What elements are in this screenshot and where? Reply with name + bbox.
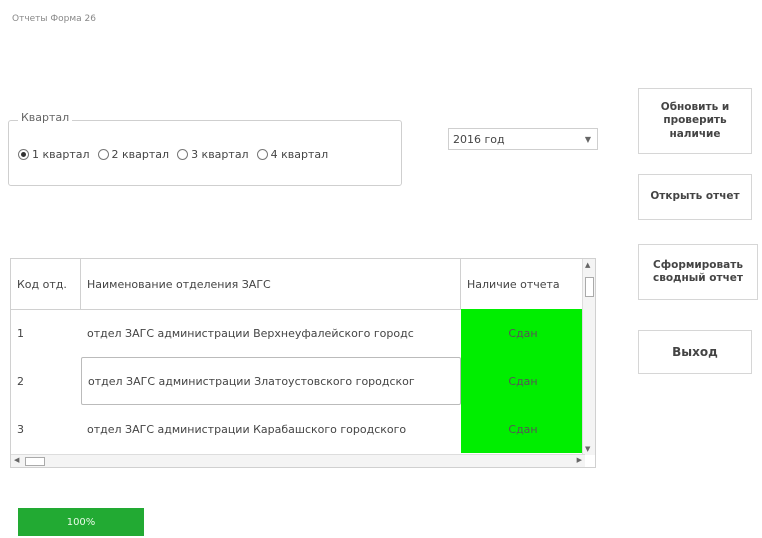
quarter-radio-group: 1 квартал 2 квартал 3 квартал 4 квартал	[18, 148, 328, 161]
progress-bar: 100%	[18, 508, 144, 536]
summary-report-button[interactable]: Сформировать сводный отчет	[638, 244, 758, 300]
horizontal-scroll-thumb[interactable]	[25, 457, 45, 466]
table-body: 1 отдел ЗАГС администрации Верхнеуфалейс…	[11, 309, 585, 453]
open-report-button[interactable]: Открыть отчет	[638, 174, 752, 220]
radio-quarter-4-label: 4 квартал	[270, 148, 329, 161]
cell-code: 2	[17, 374, 24, 388]
radio-quarter-1-label: 1 квартал	[32, 148, 90, 161]
scroll-up-icon[interactable]: ▲	[585, 261, 590, 269]
cell-status: Сдан	[461, 309, 585, 357]
radio-quarter-3[interactable]: 3 квартал	[177, 148, 249, 161]
scroll-left-icon[interactable]: ◀	[14, 456, 19, 464]
table-row[interactable]: 1 отдел ЗАГС администрации Верхнеуфалейс…	[11, 309, 585, 357]
radio-quarter-2[interactable]: 2 квартал	[97, 148, 170, 161]
cell-code: 1	[17, 326, 24, 340]
exit-button[interactable]: Выход	[638, 330, 752, 374]
year-select[interactable]: 2016 год ▼	[448, 128, 598, 150]
column-header-name[interactable]: Наименование отделения ЗАГС	[81, 259, 461, 309]
table-row[interactable]: 3 отдел ЗАГС администрации Карабашского …	[11, 405, 585, 453]
radio-quarter-1[interactable]: 1 квартал	[18, 148, 90, 161]
reports-table: Код отд. Наименование отделения ЗАГС Нал…	[10, 258, 596, 468]
radio-quarter-3-label: 3 квартал	[191, 148, 249, 161]
radio-quarter-2-label: 2 квартал	[111, 148, 170, 161]
quarter-groupbox-legend: Квартал	[18, 111, 73, 124]
radio-quarter-4[interactable]: 4 квартал	[256, 148, 329, 161]
column-header-status[interactable]: Наличие отчета	[461, 259, 585, 309]
radio-button-icon[interactable]	[18, 149, 29, 160]
horizontal-scrollbar[interactable]: ◀ ▶	[11, 454, 585, 467]
table-header: Код отд. Наименование отделения ЗАГС Нал…	[11, 259, 585, 310]
cell-name: отдел ЗАГС администрации Верхнеуфалейско…	[87, 326, 414, 340]
radio-button-icon[interactable]	[177, 149, 189, 160]
cell-name: отдел ЗАГС администрации Златоустовского…	[81, 357, 461, 405]
vertical-scroll-thumb[interactable]	[585, 277, 594, 297]
year-select-value: 2016 год	[453, 132, 505, 146]
scroll-right-icon[interactable]: ▶	[577, 456, 582, 464]
cell-code: 3	[17, 422, 24, 436]
table-row[interactable]: 2 отдел ЗАГС администрации Златоустовско…	[11, 357, 585, 405]
cell-name: отдел ЗАГС администрации Карабашского го…	[87, 422, 407, 436]
chevron-down-icon[interactable]: ▼	[585, 135, 591, 144]
refresh-check-button[interactable]: Обновить и проверить наличие	[638, 88, 752, 154]
vertical-scrollbar[interactable]: ▲ ▼	[582, 259, 595, 455]
column-header-code[interactable]: Код отд.	[11, 259, 81, 309]
cell-status: Сдан	[461, 405, 585, 453]
radio-button-icon[interactable]	[256, 149, 268, 160]
scroll-down-icon[interactable]: ▼	[585, 445, 590, 453]
progress-label: 100%	[66, 516, 96, 528]
cell-status: Сдан	[461, 357, 585, 405]
window-title: Отчеты Форма 26	[12, 14, 96, 24]
radio-button-icon[interactable]	[97, 149, 109, 160]
